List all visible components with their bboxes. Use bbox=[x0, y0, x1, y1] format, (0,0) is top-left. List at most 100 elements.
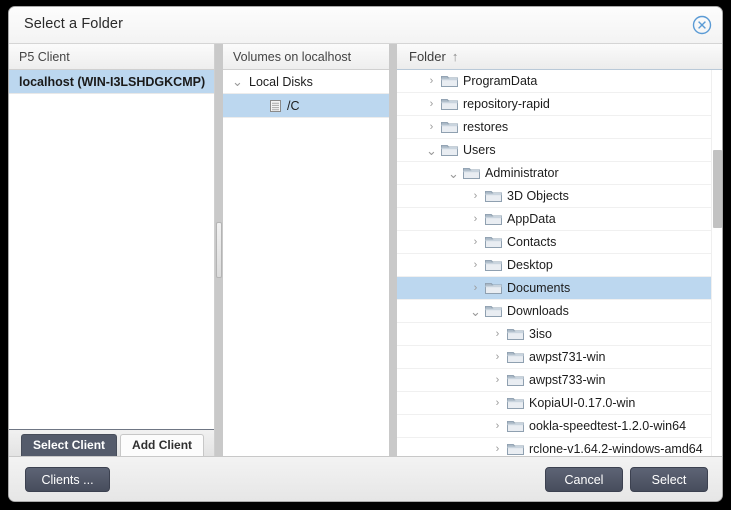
folder-tree-row-label: awpst731-win bbox=[529, 350, 606, 364]
client-list-item-label: localhost (WIN-I3LSHDGKCMP) bbox=[19, 75, 206, 89]
chevron-right-icon[interactable]: › bbox=[491, 443, 504, 455]
folder-tree-row-label: KopiaUI-0.17.0-win bbox=[529, 396, 636, 410]
chevron-right-icon[interactable]: › bbox=[491, 351, 504, 363]
chevron-down-icon[interactable]: ⌄ bbox=[425, 144, 438, 157]
folder-icon bbox=[485, 304, 502, 318]
folder-tree-row-label: Documents bbox=[507, 281, 571, 295]
folder-tree-row[interactable]: › Desktop bbox=[397, 254, 722, 277]
folder-tree-row[interactable]: › restores bbox=[397, 116, 722, 139]
tab-select-client[interactable]: Select Client bbox=[21, 434, 118, 456]
splitter-left-handle[interactable] bbox=[216, 222, 222, 278]
folder-tree-row[interactable]: › 3D Objects bbox=[397, 185, 722, 208]
folder-tree-scrollbar-thumb[interactable] bbox=[713, 150, 722, 228]
select-button[interactable]: Select bbox=[630, 467, 708, 492]
folder-icon bbox=[441, 120, 458, 134]
folder-column-header[interactable]: Folder ↑ bbox=[397, 44, 722, 70]
folder-icon bbox=[485, 258, 502, 272]
dialog-title: Select a Folder bbox=[24, 16, 124, 32]
client-panel-header: P5 Client bbox=[9, 44, 214, 70]
chevron-right-icon[interactable]: › bbox=[425, 75, 438, 87]
panels-container: P5 Client localhost (WIN-I3LSHDGKCMP) Se… bbox=[9, 44, 722, 456]
volume-row-label: Local Disks bbox=[249, 74, 313, 89]
splitter-left[interactable] bbox=[215, 44, 223, 456]
chevron-right-icon[interactable]: › bbox=[425, 98, 438, 110]
folder-icon bbox=[485, 212, 502, 226]
folder-tree-row[interactable]: › Contacts bbox=[397, 231, 722, 254]
select-folder-dialog: Select a Folder P5 Client localhost (WIN… bbox=[8, 6, 723, 502]
folder-icon bbox=[507, 396, 524, 410]
folder-tree-row[interactable]: › awpst731-win bbox=[397, 346, 722, 369]
client-tabstrip: Select Client Add Client bbox=[9, 429, 214, 456]
folder-tree-row-label: ookla-speedtest-1.2.0-win64 bbox=[529, 419, 687, 433]
chevron-right-icon[interactable]: › bbox=[469, 190, 482, 202]
chevron-right-icon[interactable]: › bbox=[491, 397, 504, 409]
folder-column-label: Folder bbox=[409, 49, 446, 64]
folder-tree-row[interactable]: › KopiaUI-0.17.0-win bbox=[397, 392, 722, 415]
splitter-right[interactable] bbox=[389, 44, 397, 456]
chevron-right-icon[interactable]: › bbox=[469, 282, 482, 294]
folder-icon bbox=[485, 189, 502, 203]
folder-icon bbox=[441, 143, 458, 157]
chevron-right-icon[interactable]: › bbox=[491, 328, 504, 340]
folder-icon bbox=[507, 373, 524, 387]
folder-tree-row-label: 3D Objects bbox=[507, 189, 569, 203]
volume-row[interactable]: /C bbox=[223, 94, 389, 118]
volume-row[interactable]: ⌄ Local Disks bbox=[223, 70, 389, 94]
volumes-panel-header: Volumes on localhost bbox=[223, 44, 389, 70]
folder-tree-row[interactable]: › ookla-speedtest-1.2.0-win64 bbox=[397, 415, 722, 438]
folder-icon bbox=[507, 350, 524, 364]
folder-icon bbox=[441, 97, 458, 111]
client-list[interactable]: localhost (WIN-I3LSHDGKCMP) bbox=[9, 70, 214, 429]
folder-tree-row-label: AppData bbox=[507, 212, 556, 226]
chevron-down-icon[interactable]: ⌄ bbox=[231, 75, 244, 88]
folder-tree-row-label: ProgramData bbox=[463, 74, 538, 88]
folder-tree-row-label: restores bbox=[463, 120, 509, 134]
drive-icon bbox=[269, 99, 282, 113]
folder-tree-row-label: Downloads bbox=[507, 304, 569, 318]
folder-icon bbox=[463, 166, 480, 180]
volume-row-label: /C bbox=[287, 98, 300, 113]
folder-tree-row-label: awpst733-win bbox=[529, 373, 606, 387]
chevron-down-icon[interactable]: ⌄ bbox=[447, 167, 460, 180]
chevron-down-icon[interactable]: ⌄ bbox=[469, 305, 482, 318]
folder-tree-row[interactable]: › Documents bbox=[397, 277, 722, 300]
folder-icon bbox=[441, 74, 458, 88]
folder-icon bbox=[485, 281, 502, 295]
tab-add-client[interactable]: Add Client bbox=[120, 434, 205, 456]
close-icon[interactable] bbox=[692, 15, 712, 35]
volume-list[interactable]: ⌄ Local Disks /C bbox=[223, 70, 389, 456]
folder-icon bbox=[507, 327, 524, 341]
sort-ascending-icon: ↑ bbox=[451, 49, 459, 64]
cancel-button[interactable]: Cancel bbox=[545, 467, 623, 492]
folder-tree-row[interactable]: › ProgramData bbox=[397, 70, 722, 93]
chevron-right-icon[interactable]: › bbox=[469, 236, 482, 248]
clients-button[interactable]: Clients ... bbox=[25, 467, 110, 492]
folder-tree-row[interactable]: ⌄ Users bbox=[397, 139, 722, 162]
folder-tree[interactable]: › ProgramData › repository-rapid › restores ⌄ U… bbox=[397, 70, 722, 456]
volumes-panel: Volumes on localhost ⌄ Local Disks /C bbox=[223, 44, 389, 456]
folder-icon bbox=[507, 419, 524, 433]
folder-tree-row[interactable]: › awpst733-win bbox=[397, 369, 722, 392]
folder-tree-row[interactable]: › 3iso bbox=[397, 323, 722, 346]
folder-tree-row[interactable]: ⌄ Downloads bbox=[397, 300, 722, 323]
folder-icon bbox=[485, 235, 502, 249]
folder-tree-row-label: Desktop bbox=[507, 258, 553, 272]
folder-tree-scrollbar[interactable] bbox=[711, 70, 722, 456]
folder-tree-row[interactable]: › repository-rapid bbox=[397, 93, 722, 116]
chevron-right-icon[interactable]: › bbox=[425, 121, 438, 133]
folder-icon bbox=[507, 442, 524, 456]
folder-tree-row[interactable]: › AppData bbox=[397, 208, 722, 231]
dialog-footer: Clients ... Cancel Select bbox=[9, 456, 722, 501]
chevron-right-icon[interactable]: › bbox=[491, 374, 504, 386]
dialog-titlebar: Select a Folder bbox=[9, 7, 722, 44]
folder-tree-row-label: Users bbox=[463, 143, 496, 157]
folder-tree-row[interactable]: ⌄ Administrator bbox=[397, 162, 722, 185]
chevron-right-icon[interactable]: › bbox=[469, 213, 482, 225]
chevron-right-icon[interactable]: › bbox=[491, 420, 504, 432]
folder-tree-row-label: rclone-v1.64.2-windows-amd64 bbox=[529, 442, 703, 456]
folder-tree-row[interactable]: › rclone-v1.64.2-windows-amd64 bbox=[397, 438, 722, 456]
client-panel: P5 Client localhost (WIN-I3LSHDGKCMP) Se… bbox=[9, 44, 215, 456]
chevron-right-icon[interactable]: › bbox=[469, 259, 482, 271]
client-list-item[interactable]: localhost (WIN-I3LSHDGKCMP) bbox=[9, 70, 214, 94]
